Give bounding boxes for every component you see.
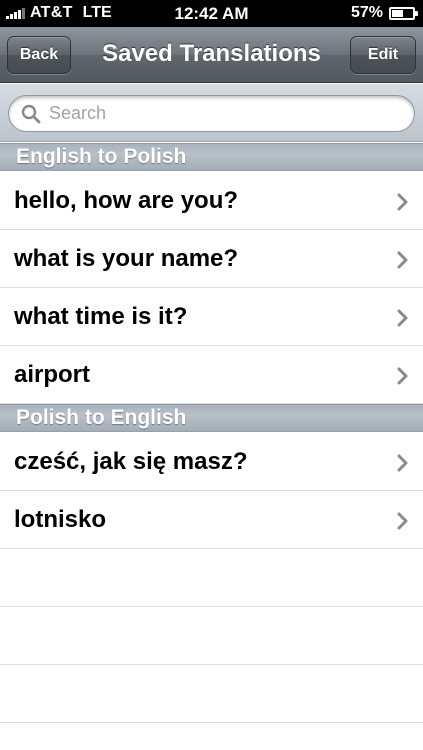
- list-item[interactable]: lotnisko: [0, 491, 423, 549]
- battery-icon: [389, 6, 418, 20]
- section-header-polish-to-english: Polish to English: [0, 404, 423, 432]
- list-item-label: hello, how are you?: [14, 187, 239, 214]
- list-item[interactable]: what is your name?: [0, 230, 423, 288]
- list-item[interactable]: airport: [0, 346, 423, 404]
- empty-row: [0, 665, 423, 723]
- list-item-label: what is your name?: [14, 245, 239, 272]
- status-right: 57%: [350, 4, 418, 22]
- status-bar: AT&T LTE 12:42 AM 57%: [0, 0, 423, 27]
- empty-row: [0, 607, 423, 665]
- chevron-right-icon: [397, 512, 408, 530]
- list-item-label: what time is it?: [14, 303, 188, 330]
- battery-percent: 57%: [350, 4, 383, 21]
- list-item-label: cześć, jak się masz?: [14, 448, 248, 475]
- chevron-right-icon: [397, 367, 408, 385]
- search-icon: [21, 104, 41, 123]
- chevron-right-icon: [397, 309, 408, 327]
- list-item-label: airport: [14, 361, 91, 388]
- edit-button[interactable]: Edit: [350, 36, 416, 74]
- section-header-english-to-polish: English to Polish: [0, 143, 423, 171]
- search-bar: [0, 84, 423, 142]
- search-input[interactable]: [49, 103, 389, 124]
- list-item[interactable]: hello, how are you?: [0, 172, 423, 230]
- list-item-label: lotnisko: [14, 506, 107, 533]
- list-item[interactable]: cześć, jak się masz?: [0, 433, 423, 491]
- search-field[interactable]: [8, 95, 415, 132]
- battery-fill: [392, 9, 404, 17]
- empty-row: [0, 549, 423, 607]
- list-item[interactable]: what time is it?: [0, 288, 423, 346]
- chevron-right-icon: [397, 454, 408, 472]
- navigation-bar: Back Saved Translations Edit: [0, 27, 423, 83]
- chevron-right-icon: [397, 251, 408, 269]
- chevron-right-icon: [397, 193, 408, 211]
